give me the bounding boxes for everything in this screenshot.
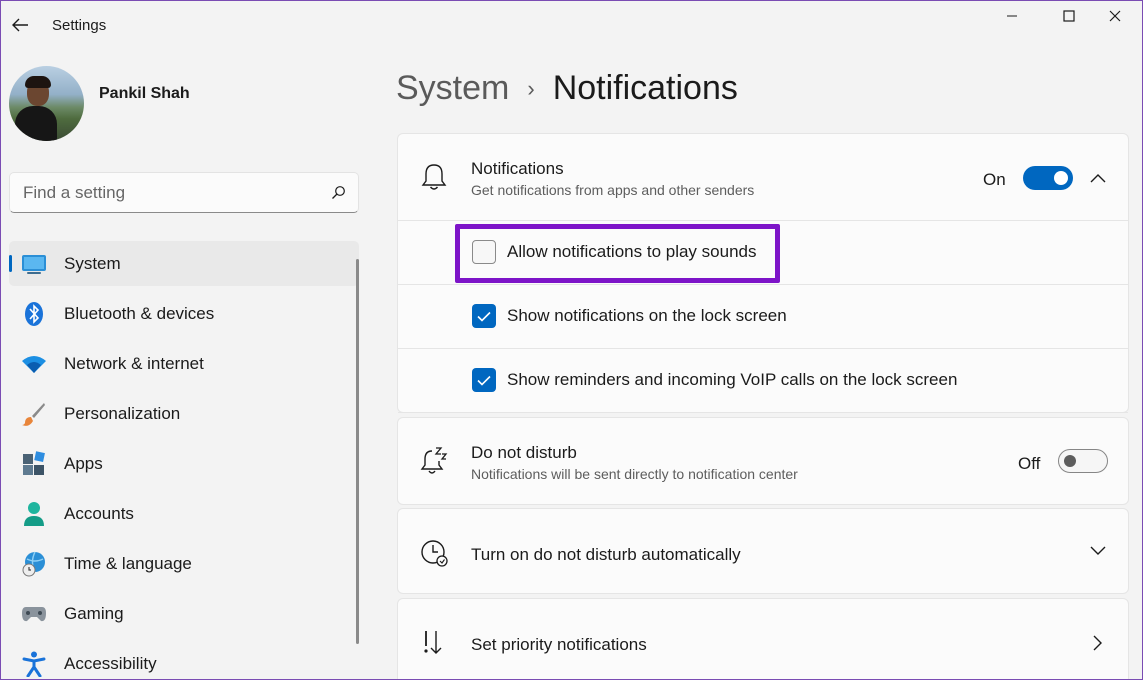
breadcrumb-separator: › <box>527 75 535 101</box>
priority-title: Set priority notifications <box>471 635 647 654</box>
avatar[interactable] <box>9 66 84 141</box>
search-icon[interactable] <box>318 173 358 213</box>
notifications-subtitle: Get notifications from apps and other se… <box>471 182 755 198</box>
globe-clock-icon <box>21 551 47 577</box>
title-bar: Settings <box>1 1 1142 49</box>
dnd-subtitle: Notifications will be sent directly to n… <box>471 466 798 482</box>
notification-option-row[interactable]: Show reminders and incoming VoIP calls o… <box>398 349 1128 413</box>
do-not-disturb-card[interactable]: Do not disturb Notifications will be sen… <box>397 417 1129 505</box>
app-title: Settings <box>52 17 107 34</box>
dnd-toggle[interactable] <box>1058 449 1108 473</box>
auto-dnd-card[interactable]: Turn on do not disturb automatically <box>397 508 1129 594</box>
sidebar-item-label: Personalization <box>64 403 181 423</box>
gamepad-icon <box>21 601 47 627</box>
sidebar-item-time-language[interactable]: Time & language <box>9 541 359 586</box>
maximize-button[interactable] <box>1046 1 1092 31</box>
notifications-header[interactable]: Notifications Get notifications from app… <box>398 134 1128 221</box>
sidebar-item-bluetooth[interactable]: Bluetooth & devices <box>9 291 359 336</box>
dnd-title: Do not disturb <box>471 443 577 462</box>
checkmark-icon <box>477 311 491 322</box>
chevron-up-icon[interactable] <box>1088 168 1108 188</box>
system-icon <box>21 251 47 277</box>
sidebar-nav: System Bluetooth & devices Network & int… <box>9 241 359 679</box>
sidebar-scrollbar[interactable] <box>356 259 359 644</box>
chevron-down-icon[interactable] <box>1088 541 1108 561</box>
sidebar-item-label: Time & language <box>64 553 192 573</box>
sidebar-item-label: Accessibility <box>64 653 157 673</box>
notifications-toggle[interactable] <box>1023 166 1073 190</box>
sidebar-item-network[interactable]: Network & internet <box>9 341 359 386</box>
notifications-toggle-state: On <box>983 170 1006 189</box>
sidebar-item-apps[interactable]: Apps <box>9 441 359 486</box>
bell-icon <box>418 161 450 193</box>
lock-screen-checkbox[interactable] <box>472 304 496 328</box>
notifications-card: Notifications Get notifications from app… <box>397 133 1129 413</box>
notifications-title: Notifications <box>471 159 564 178</box>
voip-reminders-checkbox[interactable] <box>472 368 496 392</box>
back-arrow-icon <box>12 18 28 32</box>
brush-icon <box>21 401 47 427</box>
notification-option-label: Show reminders and incoming VoIP calls o… <box>507 370 958 389</box>
sidebar-item-label: Gaming <box>64 603 124 623</box>
accessibility-icon <box>21 651 47 677</box>
auto-dnd-title: Turn on do not disturb automatically <box>471 545 741 564</box>
play-sounds-checkbox[interactable] <box>472 240 496 264</box>
sidebar-item-label: Accounts <box>64 503 134 523</box>
close-icon <box>1109 10 1121 22</box>
sidebar-item-gaming[interactable]: Gaming <box>9 591 359 636</box>
minimize-icon <box>1007 15 1017 17</box>
minimize-button[interactable] <box>989 1 1035 31</box>
sidebar-item-personalization[interactable]: Personalization <box>9 391 359 436</box>
bluetooth-icon <box>21 301 47 327</box>
sidebar-item-label: System <box>64 253 121 273</box>
sidebar-item-accounts[interactable]: Accounts <box>9 491 359 536</box>
clock-icon <box>418 537 450 569</box>
dnd-toggle-state: Off <box>1018 454 1041 473</box>
profile-name: Pankil Shah <box>99 84 190 102</box>
checkmark-icon <box>477 375 491 386</box>
search-box[interactable] <box>9 172 359 213</box>
breadcrumb: System › Notifications <box>396 69 738 108</box>
back-button[interactable] <box>7 11 33 39</box>
settings-window: Settings Pankil Shah System <box>0 0 1143 680</box>
close-button[interactable] <box>1092 1 1138 31</box>
notification-option-row[interactable]: Show notifications on the lock screen <box>398 285 1128 349</box>
sidebar-item-label: Apps <box>64 453 103 473</box>
apps-icon <box>21 450 47 477</box>
notification-option-row[interactable]: Allow notifications to play sounds <box>398 221 1128 285</box>
sidebar-item-accessibility[interactable]: Accessibility <box>9 641 359 679</box>
maximize-icon <box>1063 10 1075 22</box>
sidebar-item-system[interactable]: System <box>9 241 359 286</box>
priority-notifications-card[interactable]: Set priority notifications <box>397 598 1129 679</box>
page-title: Notifications <box>552 69 738 107</box>
breadcrumb-parent[interactable]: System <box>396 69 509 108</box>
search-input[interactable] <box>10 182 318 203</box>
accounts-icon <box>21 501 47 527</box>
bell-snooze-icon <box>418 445 450 477</box>
notification-option-label: Allow notifications to play sounds <box>507 242 757 261</box>
wifi-icon <box>21 351 47 377</box>
notification-option-label: Show notifications on the lock screen <box>507 306 787 325</box>
user-profile[interactable]: Pankil Shah <box>9 66 190 141</box>
sidebar-item-label: Network & internet <box>64 353 204 373</box>
chevron-right-icon[interactable] <box>1088 633 1108 653</box>
sidebar-item-label: Bluetooth & devices <box>64 303 215 323</box>
priority-sort-icon <box>418 627 450 659</box>
